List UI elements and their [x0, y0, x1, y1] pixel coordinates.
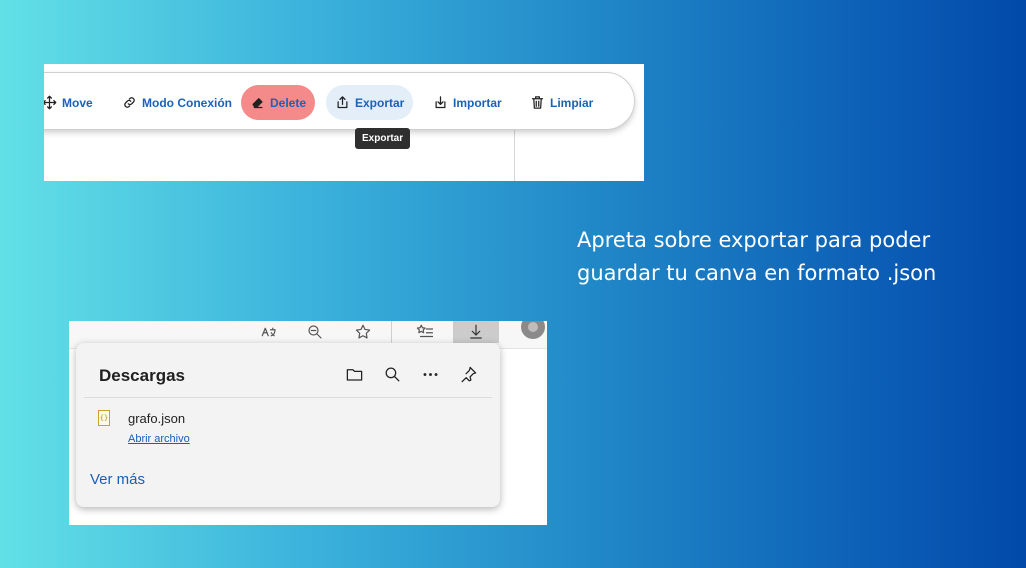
import-icon — [435, 96, 446, 109]
exportar-label: Exportar — [355, 95, 405, 110]
pin-icon[interactable] — [456, 363, 480, 385]
search-icon[interactable] — [380, 363, 404, 385]
downloads-icon — [470, 324, 482, 339]
downloads-title: Descargas — [99, 366, 186, 385]
instruction-caption: Apreta sobre exportar para poder guardar… — [577, 224, 997, 290]
json-file-icon: {} — [98, 410, 110, 426]
exportar-tooltip: Exportar — [355, 128, 411, 149]
importar-label: Importar — [453, 95, 502, 110]
move-icon — [44, 95, 57, 110]
toolbar: Move Modo Conexión Delete Exportar Impor… — [44, 72, 635, 130]
eraser-icon — [252, 98, 263, 109]
move-button[interactable]: Move — [44, 85, 102, 120]
favorite-star-icon[interactable] — [351, 321, 375, 343]
exportar-button[interactable]: Exportar — [326, 85, 414, 120]
browser-bar-separator — [391, 321, 392, 343]
flyout-divider — [84, 397, 492, 398]
downloads-button[interactable] — [453, 321, 499, 343]
download-item[interactable]: {} grafo.json Abrir archivo — [96, 407, 476, 453]
toolbar-screenshot: Move Modo Conexión Delete Exportar Impor… — [44, 64, 644, 181]
caption-line-1: Apreta sobre exportar para poder — [577, 228, 931, 252]
limpiar-label: Limpiar — [550, 95, 594, 110]
delete-label: Delete — [270, 95, 307, 110]
zoom-out-icon[interactable] — [303, 321, 327, 343]
read-aloud-icon[interactable] — [257, 321, 281, 343]
caption-line-2: guardar tu canva en formato .json — [577, 261, 937, 285]
move-label: Move — [62, 95, 93, 110]
see-more-link[interactable]: Ver más — [90, 471, 145, 488]
folder-icon[interactable] — [342, 363, 366, 385]
trash-icon — [531, 96, 544, 109]
canvas-divider — [514, 124, 515, 181]
link-icon — [124, 97, 135, 108]
downloads-screenshot: Descargas {} grafo.json Abrir archivo Ve… — [69, 321, 547, 525]
downloads-header-actions — [342, 363, 480, 385]
modo-conexion-label: Modo Conexión — [142, 95, 232, 110]
download-file-name: grafo.json — [128, 411, 186, 426]
downloads-flyout: Descargas {} grafo.json Abrir archivo Ve… — [76, 343, 500, 507]
export-icon — [337, 96, 348, 109]
favorites-list-icon[interactable] — [413, 321, 437, 343]
more-icon[interactable] — [418, 363, 442, 385]
open-file-link[interactable]: Abrir archivo — [128, 433, 190, 445]
modo-conexion-button[interactable]: Modo Conexión — [113, 85, 241, 120]
importar-button[interactable]: Importar — [424, 85, 511, 120]
limpiar-button[interactable]: Limpiar — [521, 85, 602, 120]
delete-button[interactable]: Delete — [241, 85, 316, 120]
profile-avatar[interactable] — [521, 321, 545, 339]
